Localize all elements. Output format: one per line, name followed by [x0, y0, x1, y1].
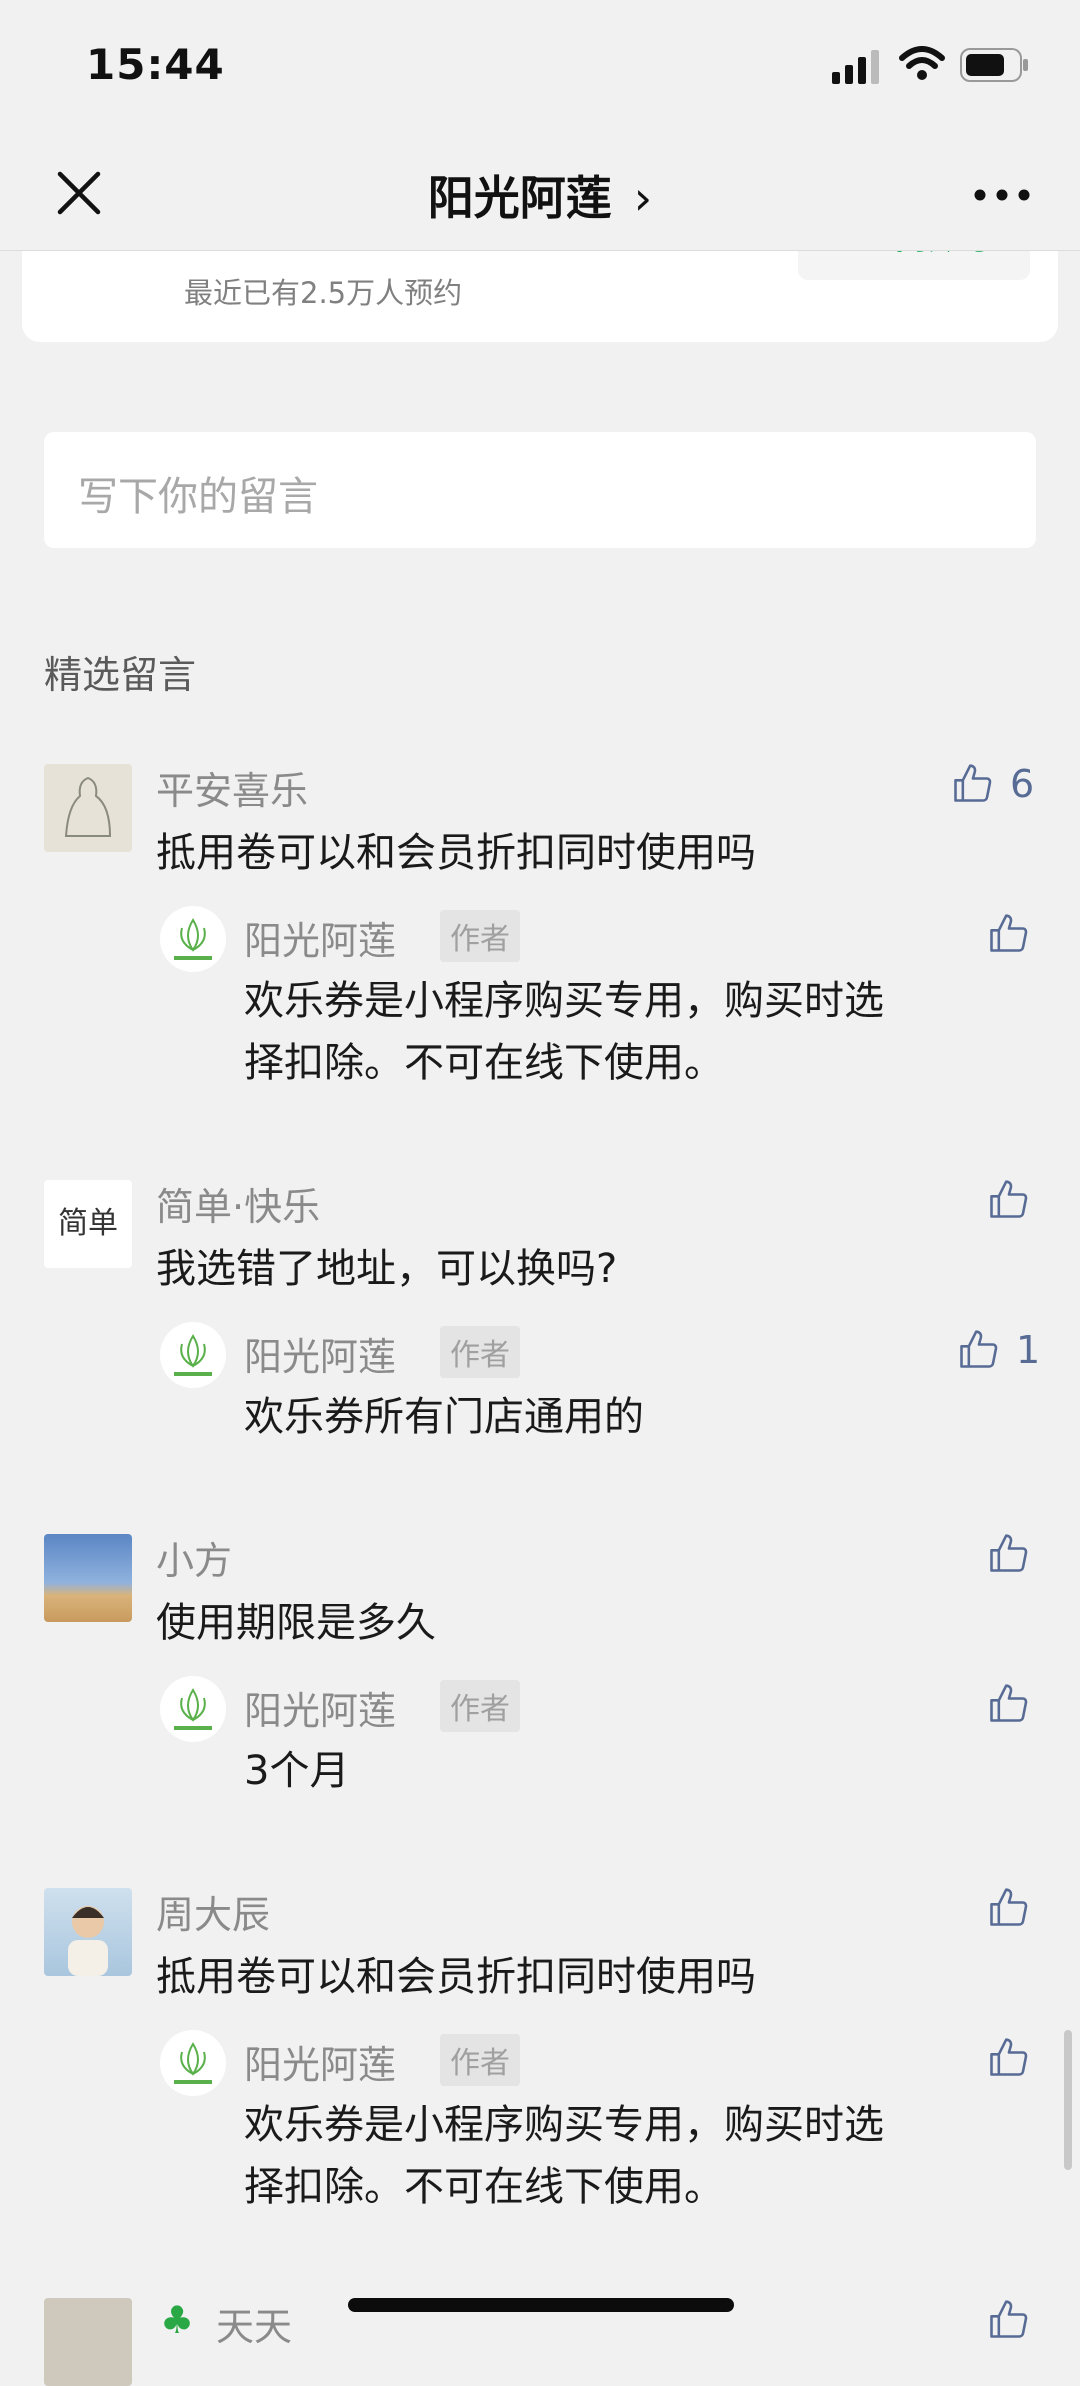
chevron-right-icon: ›: [633, 171, 653, 225]
commenter-name[interactable]: 平安喜乐: [156, 760, 308, 815]
author-badge: 作者: [440, 2034, 520, 2086]
comment-text: 我选错了地址，可以换吗?: [156, 1246, 618, 1292]
reply-text-line2: 择扣除。不可在线下使用。: [244, 2164, 724, 2210]
like-button[interactable]: 6: [950, 762, 1034, 806]
comment-text: 抵用卷可以和会员折扣同时使用吗: [156, 1954, 756, 2000]
like-button[interactable]: [986, 1178, 1030, 1222]
thumbs-up-icon: [990, 1684, 1028, 1722]
clover-icon: ♣: [160, 2298, 195, 2342]
like-button[interactable]: [986, 1886, 1030, 1930]
author-badge: 作者: [440, 1326, 520, 1378]
author-badge: 作者: [440, 1680, 520, 1732]
section-title: 精选留言: [44, 653, 197, 697]
status-bar: 15:44: [0, 0, 1080, 140]
commenter-name[interactable]: 小方: [156, 1530, 232, 1585]
thumbs-up-icon: [990, 1888, 1028, 1926]
avatar[interactable]: [44, 1534, 132, 1622]
reply-like-button[interactable]: 1: [956, 1328, 1040, 1372]
signal-icon: [832, 50, 879, 84]
home-indicator[interactable]: [348, 2298, 734, 2312]
author-avatar[interactable]: [160, 2030, 226, 2096]
reply-like-button[interactable]: [986, 1682, 1030, 1726]
author-avatar[interactable]: [160, 1676, 226, 1742]
reply-text-line1: 欢乐券所有门店通用的: [244, 1394, 644, 1440]
author-avatar[interactable]: [160, 1322, 226, 1388]
scrollbar[interactable]: [1064, 2030, 1072, 2170]
reply-like-button[interactable]: [986, 912, 1030, 956]
like-count: 1: [1016, 1328, 1041, 1372]
author-badge: 作者: [440, 910, 520, 962]
reply-author-name[interactable]: 阳光阿莲: [244, 1680, 396, 1735]
reply-like-button[interactable]: [986, 2036, 1030, 2080]
nav-bar: 阳光阿莲 ›: [0, 140, 1080, 251]
avatar[interactable]: [44, 1888, 132, 1976]
comment-text: 使用期限是多久: [156, 1600, 436, 1646]
comment-input-placeholder: 写下你的留言: [78, 474, 318, 520]
reply-text-line2: 择扣除。不可在线下使用。: [244, 1040, 724, 1086]
account-title[interactable]: 阳光阿莲 ›: [0, 162, 1080, 228]
like-count: 6: [1010, 762, 1035, 806]
commenter-name[interactable]: 天天: [216, 2296, 292, 2351]
thumbs-up-icon: [954, 764, 992, 802]
reply-text-line1: 3个月: [244, 1748, 350, 1794]
commenter-name[interactable]: 简单·快乐: [156, 1176, 320, 1231]
comment-text: 抵用卷可以和会员折扣同时使用吗: [156, 830, 756, 876]
reply-text-line1: 欢乐券是小程序购买专用，购买时选: [244, 978, 884, 1024]
more-icon[interactable]: [972, 184, 1032, 206]
battery-icon: [960, 48, 1028, 82]
thumbs-up-icon: [990, 2038, 1028, 2076]
thumbs-up-icon: [990, 2300, 1028, 2338]
like-button[interactable]: [986, 1532, 1030, 1576]
reply-author-name[interactable]: 阳光阿莲: [244, 910, 396, 965]
like-button[interactable]: [986, 2298, 1030, 2342]
reply-author-name[interactable]: 阳光阿莲: [244, 1326, 396, 1381]
author-avatar[interactable]: [160, 906, 226, 972]
thumbs-up-icon: [990, 1534, 1028, 1572]
status-time: 15:44: [86, 40, 225, 89]
wifi-icon: [899, 46, 945, 80]
avatar[interactable]: [44, 764, 132, 852]
thumbs-up-icon: [990, 914, 1028, 952]
thumbs-up-icon: [990, 1180, 1028, 1218]
reply-text-line1: 欢乐券是小程序购买专用，购买时选: [244, 2102, 884, 2148]
account-name: 阳光阿莲: [427, 171, 612, 225]
avatar[interactable]: [44, 2298, 132, 2386]
promo-subtitle: 最近已有2.5万人预约: [184, 276, 463, 310]
commenter-name[interactable]: 周大辰: [156, 1884, 270, 1939]
avatar[interactable]: 简单: [44, 1180, 132, 1268]
comment-input[interactable]: 写下你的留言: [44, 432, 1036, 548]
thumbs-up-icon: [960, 1330, 998, 1368]
reply-author-name[interactable]: 阳光阿莲: [244, 2034, 396, 2089]
